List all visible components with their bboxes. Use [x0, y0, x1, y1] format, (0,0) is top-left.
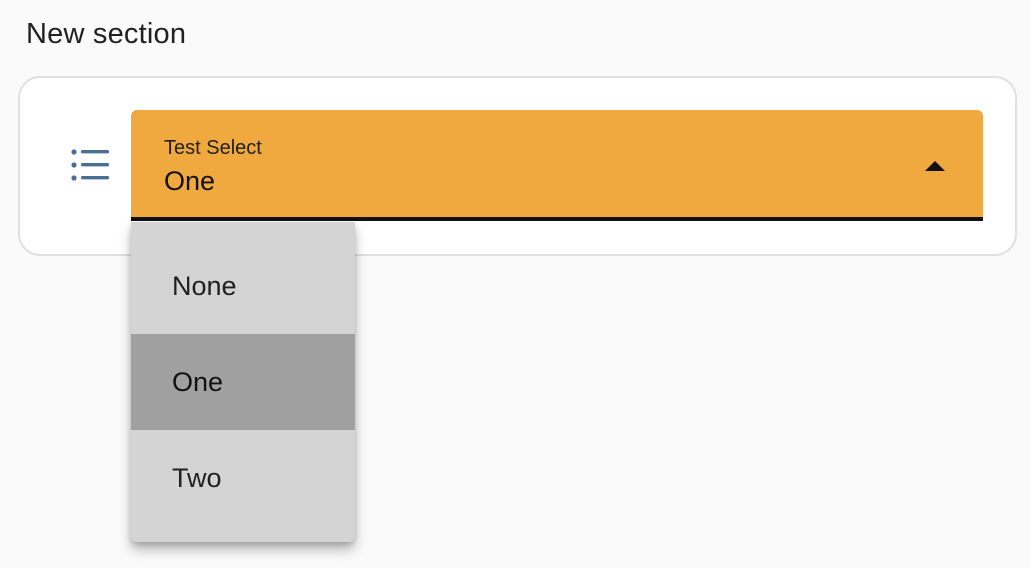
- test-select[interactable]: Test Select One: [131, 110, 983, 221]
- select-dropdown-menu: None One Two: [131, 222, 355, 542]
- list-icon: [71, 149, 109, 181]
- option-none[interactable]: None: [131, 238, 355, 334]
- select-value: One: [164, 166, 216, 196]
- page: New section Test Select One None One Two: [0, 0, 1030, 568]
- option-one[interactable]: One: [131, 334, 355, 430]
- caret-up-icon[interactable]: [925, 161, 945, 171]
- select-label: Test Select: [164, 137, 262, 159]
- option-two[interactable]: Two: [131, 430, 355, 526]
- section-title: New section: [26, 18, 187, 50]
